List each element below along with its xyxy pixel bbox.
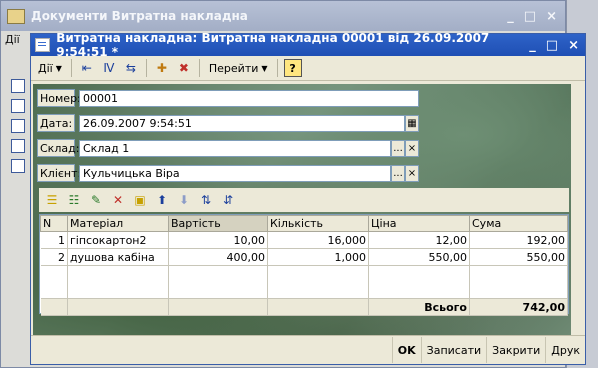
window-title: Витратна накладна: Витратна накладна 000… [56,31,490,59]
minimize-icon[interactable]: _ [529,38,536,53]
date-label: Дата: [37,114,75,132]
cell-material[interactable]: гіпсокартон2 [67,231,169,249]
cell-quantity[interactable]: 1,000 [267,248,369,266]
calendar-icon[interactable]: ▦ [405,114,419,132]
toolbar-separator [145,59,147,77]
cell-n[interactable]: 2 [40,248,68,266]
cell-quantity[interactable]: 16,000 [267,231,369,249]
actions-menu[interactable]: Дії ▼ [35,59,65,77]
dropdown-arrow-icon: ▼ [55,63,62,73]
column-header-material[interactable]: Матеріал [67,215,169,232]
number-input[interactable]: 00001 [79,89,419,107]
background-window-titlebar: Документи Витратна накладна _ □ × [1,1,565,31]
warehouse-clear-button[interactable]: × [405,139,419,157]
column-header-quantity[interactable]: Кількість [267,215,369,232]
invoice-window: Витратна накладна: Витратна накладна 000… [30,31,586,365]
delete-row-icon[interactable]: ✕ [109,191,127,209]
bg-maximize-icon[interactable]: □ [524,9,536,24]
folder-icon [7,8,25,24]
document-icon[interactable] [11,159,25,173]
date-input[interactable]: 26.09.2007 9:54:51 [79,114,405,132]
move-down-icon[interactable]: ⬇ [175,191,193,209]
date-row: Дата: 26.09.2007 9:54:51 ▦ [37,114,419,132]
add-row-icon[interactable]: ☰ [43,191,61,209]
cell-cost[interactable]: 400,00 [168,248,268,266]
print-button[interactable]: Друк [545,337,585,363]
maximize-icon[interactable]: □ [546,38,558,53]
column-header-n[interactable]: N [40,215,68,232]
document-icon[interactable] [11,79,25,93]
goto-start-icon[interactable]: ⇤ [78,59,96,77]
document-icon[interactable] [11,99,25,113]
table-row[interactable]: 2 душова кабіна 400,00 1,000 550,00 550,… [40,248,568,266]
save-button[interactable]: Записати [420,337,486,363]
background-window-title: Документи Витратна накладна [31,9,248,23]
table-header-row: N Матеріал Вартість Кількість Ціна Сума [40,215,568,232]
movements-icon[interactable]: Ⅳ [100,59,118,77]
form-content: Номер: 00001 Дата: 26.09.2007 9:54:51 ▦ … [33,84,571,338]
copy-row-icon[interactable]: ☷ [65,191,83,209]
column-header-cost[interactable]: Вартість [168,215,268,232]
help-icon[interactable]: ? [283,59,302,77]
items-table: N Матеріал Вартість Кількість Ціна Сума … [39,214,569,316]
form-toolbar: Дії ▼ ⇤ Ⅳ ⇆ ✚ ✖ Перейти ▼ ? [31,56,585,81]
column-header-price[interactable]: Ціна [368,215,470,232]
dropdown-arrow-icon: ▼ [261,63,268,73]
document-icon[interactable] [11,139,25,153]
close-button[interactable]: Закрити [486,337,545,363]
edit-row-icon[interactable]: ✎ [87,191,105,209]
document-icon[interactable] [11,119,25,133]
cell-n[interactable]: 1 [40,231,68,249]
background-document-list [11,79,25,173]
cell-sum[interactable]: 550,00 [469,248,568,266]
total-value: 742,00 [469,298,568,316]
structure-icon[interactable]: ⇆ [122,59,140,77]
post-document-icon[interactable]: ✚ [153,59,171,77]
window-titlebar: Витратна накладна: Витратна накладна 000… [31,31,585,59]
unpost-document-icon[interactable]: ✖ [175,59,193,77]
cell-sum[interactable]: 192,00 [469,231,568,249]
toolbar-separator [276,59,278,77]
form-bottom-bar: OK Записати Закрити Друк [31,335,585,364]
empty-row [40,265,568,299]
end-edit-icon[interactable]: ▣ [131,191,149,209]
warehouse-label: Склад: [37,139,79,157]
background-actions-menu[interactable]: Дії [5,33,20,46]
warehouse-select-button[interactable]: ... [391,139,405,157]
client-row: Клієнт: Кульчицька Віра ... × [37,164,419,182]
move-up-icon[interactable]: ⬆ [153,191,171,209]
total-label: Всього [368,298,470,316]
toolbar-separator [70,59,72,77]
goto-menu[interactable]: Перейти ▼ [206,59,271,77]
client-select-button[interactable]: ... [391,164,405,182]
table-row[interactable]: 1 гіпсокартон2 10,00 16,000 12,00 192,00 [40,231,568,249]
cell-price[interactable]: 550,00 [368,248,470,266]
warehouse-row: Склад: Склад 1 ... × [37,139,419,157]
client-input[interactable]: Кульчицька Віра [79,164,391,182]
bg-close-icon[interactable]: × [546,9,557,24]
sort-descending-icon[interactable]: ⇵ [219,191,237,209]
table-toolbar: ☰ ☷ ✎ ✕ ▣ ⬆ ⬇ ⇅ ⇵ [39,188,569,212]
document-form-icon [35,38,51,52]
cell-cost[interactable]: 10,00 [168,231,268,249]
actions-menu-label: Дії [38,61,53,75]
client-label: Клієнт: [37,164,81,182]
cell-material[interactable]: душова кабіна [67,248,169,266]
cell-price[interactable]: 12,00 [368,231,470,249]
close-icon[interactable]: × [568,38,579,53]
toolbar-separator [198,59,200,77]
ok-button[interactable]: OK [391,337,421,363]
number-label: Номер: [37,89,81,107]
warehouse-input[interactable]: Склад 1 [79,139,391,157]
client-clear-button[interactable]: × [405,164,419,182]
sort-ascending-icon[interactable]: ⇅ [197,191,215,209]
number-row: Номер: 00001 [37,89,419,107]
totals-row: Всього 742,00 [40,298,568,316]
column-header-sum[interactable]: Сума [469,215,568,232]
goto-menu-label: Перейти [208,61,259,75]
bg-minimize-icon[interactable]: _ [507,9,514,24]
